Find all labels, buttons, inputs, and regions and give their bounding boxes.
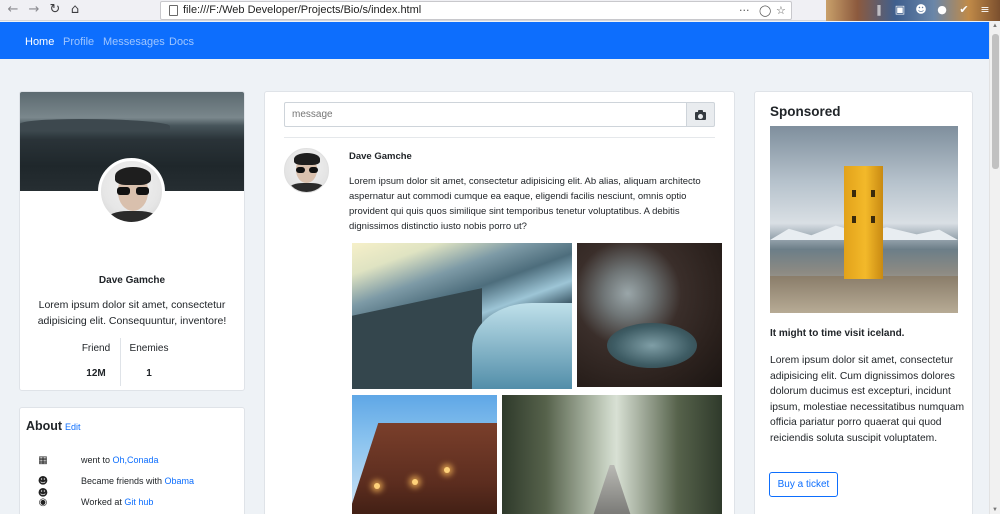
post-photo-cave[interactable] <box>577 243 722 387</box>
about-item-text: Worked at <box>81 497 125 507</box>
about-item-link[interactable]: Oh,Conada <box>113 455 159 465</box>
library-icon[interactable]: ‖ <box>872 3 886 17</box>
github-icon: ◉ <box>38 497 48 508</box>
post-photo-building[interactable] <box>352 395 497 514</box>
camera-button[interactable] <box>687 102 715 127</box>
about-item-text: Became friends with <box>81 476 165 486</box>
about-item-text: went to <box>81 455 113 465</box>
back-icon[interactable]: ← <box>5 2 21 18</box>
stat-label-friends: Friend <box>81 343 111 354</box>
url-text[interactable]: file:///F:/Web Developer/Projects/Bio/s/… <box>183 4 421 16</box>
scroll-thumb[interactable] <box>992 34 999 169</box>
profile-name: Dave Gamche <box>98 275 166 286</box>
post-text: Lorem ipsum dolor sit amet, consectetur … <box>349 176 701 232</box>
nav-home[interactable]: Home <box>25 36 54 48</box>
toolbar-theme-background <box>826 0 1000 21</box>
about-item: Worked at Git hub <box>81 497 153 507</box>
menu-icon[interactable]: ≡ <box>978 3 992 17</box>
pocket-icon[interactable]: ◯ <box>759 4 771 17</box>
nav-docs[interactable]: Docs <box>169 36 194 48</box>
about-item-link[interactable]: Obama <box>165 476 195 486</box>
account-icon[interactable]: ☻ <box>914 3 928 17</box>
sponsored-headline: It might to time visit iceland. <box>770 328 905 339</box>
stat-label-enemies: Enemies <box>129 343 169 354</box>
profile-card: Dave Gamche Lorem ipsum dolor sit amet, … <box>19 91 245 391</box>
nav-profile[interactable]: Profile <box>63 36 94 48</box>
divider <box>284 137 715 138</box>
scroll-up-icon[interactable]: ▲ <box>992 23 998 29</box>
about-card: About Edit ▦ went to Oh,Conada ☻☻ Became… <box>19 407 245 514</box>
calendar-icon: ▦ <box>38 455 48 466</box>
page-actions-icon[interactable]: ··· <box>739 4 750 17</box>
message-input[interactable] <box>284 102 687 127</box>
address-bar[interactable]: file:///F:/Web Developer/Projects/Bio/s/… <box>160 1 792 20</box>
forward-icon[interactable]: → <box>26 2 42 18</box>
reload-icon[interactable]: ↻ <box>47 2 63 18</box>
post-photo-forest[interactable] <box>502 395 722 514</box>
nav-messages[interactable]: Messesages <box>103 36 165 48</box>
bookmark-star-icon[interactable]: ☆ <box>776 4 786 17</box>
sidebar-icon[interactable]: ▣ <box>893 3 907 17</box>
sponsored-title: Sponsored <box>770 104 841 119</box>
profile-bio: Lorem ipsum dolor sit amet, consectetur … <box>37 299 227 327</box>
page-icon <box>169 5 178 16</box>
users-icon: ☻☻ <box>37 476 49 499</box>
sponsored-image[interactable] <box>770 126 958 313</box>
about-item-link[interactable]: Git hub <box>124 497 153 507</box>
sponsored-card: Sponsored It might to time visit iceland… <box>754 91 973 514</box>
about-item: Became friends with Obama <box>81 476 194 486</box>
stat-value-enemies: 1 <box>146 368 152 379</box>
post-author[interactable]: Dave Gamche <box>349 151 412 162</box>
stat-value-friends: 12M <box>86 368 106 379</box>
home-icon[interactable]: ⌂ <box>67 2 83 18</box>
sponsored-text: Lorem ipsum dolor sit amet, consectetur … <box>770 355 965 444</box>
about-item: went to Oh,Conada <box>81 455 159 465</box>
feed-card: Dave Gamche Lorem ipsum dolor sit amet, … <box>264 91 735 514</box>
browser-toolbar: ← → ↻ ⌂ file:///F:/Web Developer/Project… <box>0 0 1000 21</box>
buy-ticket-button[interactable]: Buy a ticket <box>769 472 838 497</box>
top-navbar: Home Profile Messesages Docs <box>0 22 989 59</box>
post-photo-fjord[interactable] <box>352 243 572 389</box>
avatar[interactable] <box>98 158 165 225</box>
extension-icon[interactable]: ● <box>935 3 949 17</box>
extension-icon[interactable]: ✔ <box>957 3 971 17</box>
page-scrollbar[interactable]: ▲ ▼ <box>989 22 1000 514</box>
post-avatar[interactable] <box>284 148 329 193</box>
about-edit-link[interactable]: Edit <box>65 422 81 432</box>
about-title: About <box>26 419 63 433</box>
scroll-down-icon[interactable]: ▼ <box>992 507 998 513</box>
